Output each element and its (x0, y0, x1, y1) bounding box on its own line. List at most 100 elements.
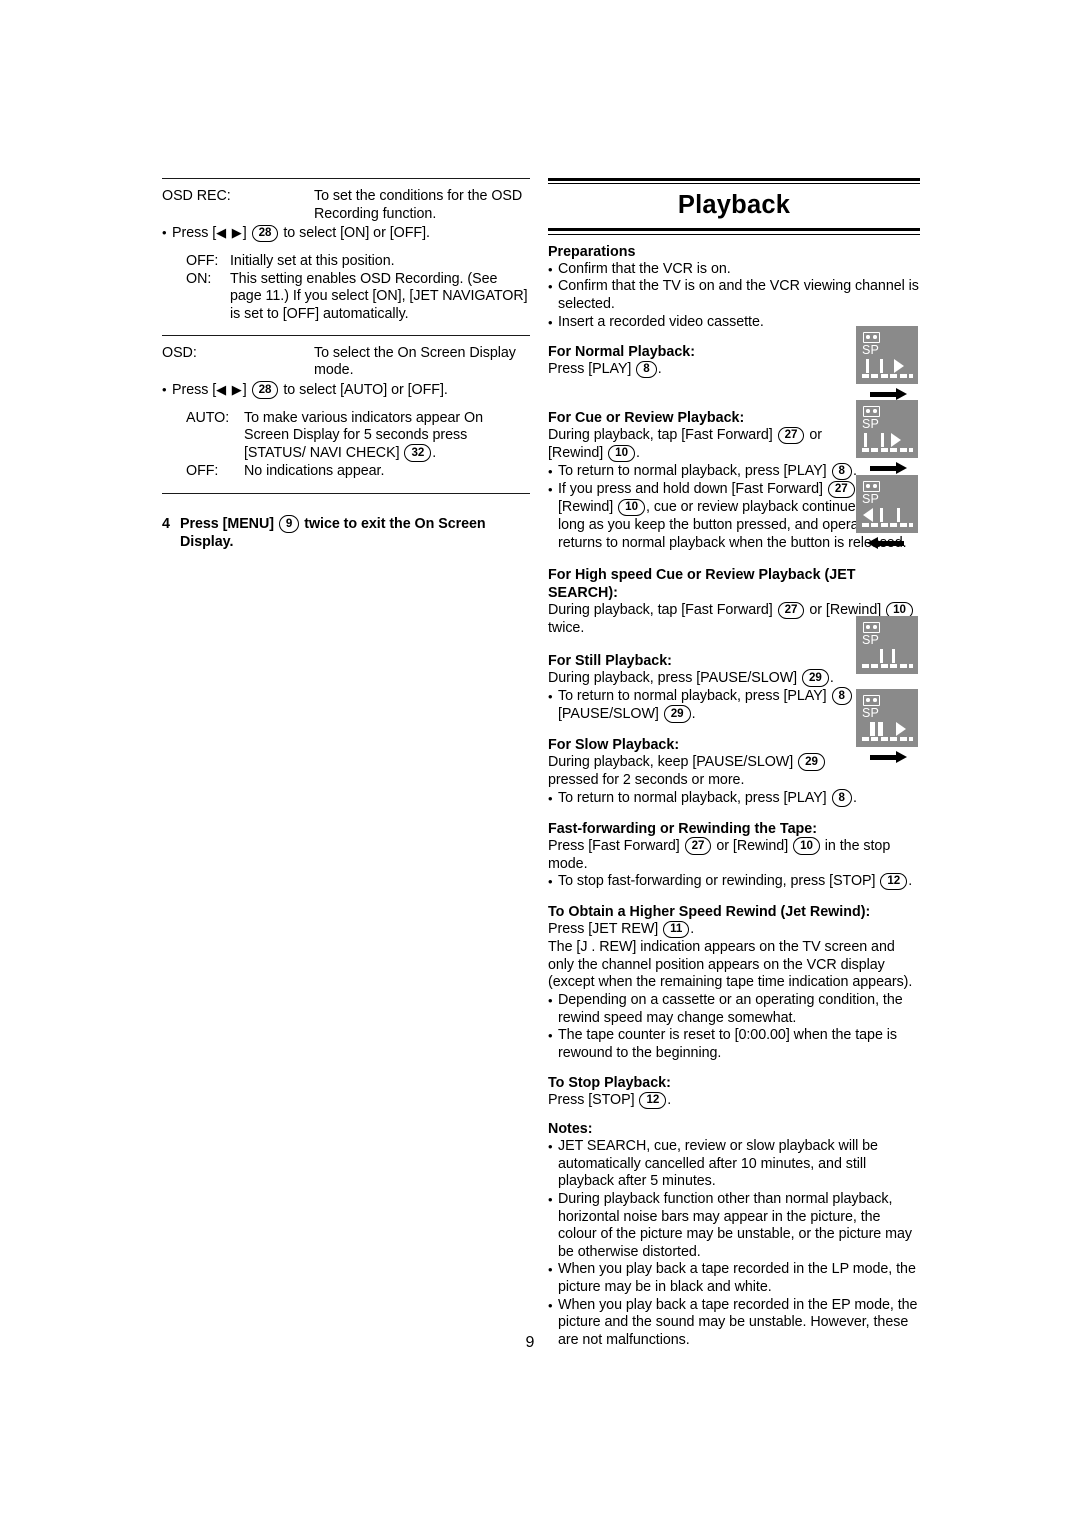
bullet1-a: To return to normal playback, press [PLA… (558, 463, 827, 480)
manual-page: OSD REC: To set the conditions for the O… (0, 0, 1080, 1528)
cassette-icon (863, 332, 880, 343)
fast-forward-rewind-line: Press [Fast Forward] 27 or [Rewind] 10 i… (548, 837, 920, 874)
bar-icon (880, 508, 884, 522)
bullet-glyph: • (548, 1028, 553, 1044)
close-bracket: ] (242, 381, 247, 398)
osd-rec-block: OSD REC: To set the conditions for the O… (162, 188, 530, 324)
bullet-glyph: • (548, 688, 553, 704)
key-badge-27: 27 (827, 480, 855, 499)
bullet-glyph: • (548, 261, 553, 277)
jet-rewind-bullet-text: Depending on a cassette or an operating … (558, 991, 903, 1026)
step-text: Press [MENU] 9 twice to exit the On Scre… (180, 515, 530, 552)
bar-icon (897, 508, 901, 522)
key-badge-29: 29 (798, 753, 825, 771)
osd-rec-press-text: Press [◀ ▶] 28 to select [ON] or [OFF]. (172, 224, 530, 243)
tape-speed-label: SP (862, 343, 880, 357)
key-badge-8: 8 (831, 687, 852, 705)
key-badge-12: 12 (639, 1091, 667, 1110)
osd-option-auto: AUTO: To make various indicators appear … (162, 410, 530, 463)
bullet-glyph: • (162, 381, 167, 397)
bullet-glyph: • (162, 225, 167, 241)
tape-progress-dashes (862, 664, 913, 668)
key-badge-12: 12 (880, 872, 908, 891)
vcr-panel: SP (856, 400, 918, 458)
bullet-glyph: • (548, 279, 553, 295)
page-number: 9 (525, 1334, 535, 1351)
line-a: Press [STOP] (548, 1092, 635, 1109)
press-tail: to select [ON] or [OFF]. (283, 225, 430, 242)
vcr-panel: SP (856, 689, 918, 747)
bullet-glyph: • (548, 1139, 553, 1155)
play-triangle-icon (891, 433, 901, 447)
line-b: . (829, 669, 834, 686)
transport-glyphs (862, 508, 913, 522)
jet-search-heading: For High speed Cue or Review Playback (J… (548, 567, 856, 602)
osd-rec-label: OSD REC: (162, 188, 231, 204)
bullet-a: To return to normal playback, press [PLA… (558, 687, 827, 704)
press-word: Press [ (172, 381, 217, 398)
line2-a: [Rewind] (548, 445, 604, 462)
osd-block: OSD: To select the On Screen Display mod… (162, 345, 530, 481)
osd-row: OSD: To select the On Screen Display mod… (162, 345, 530, 380)
osd-rec-press-bullet: • Press [◀ ▶] 28 to select [ON] or [OFF]… (162, 224, 530, 243)
vcr-display-normal-playback: SP (856, 326, 918, 406)
transport-glyphs (862, 433, 913, 447)
divider-middle-left (162, 334, 530, 336)
option-text: Initially set at this position. (230, 253, 395, 270)
option-text: To make various indicators appear On Scr… (244, 410, 530, 463)
bullet-glyph: • (548, 482, 553, 498)
key-badge-10: 10 (793, 837, 820, 855)
line-after-key: . (657, 361, 662, 378)
line2-b: . (635, 445, 640, 462)
bar-icon (866, 359, 870, 373)
line-a: Press [Fast Forward] (548, 837, 680, 854)
tape-speed-label: SP (862, 417, 880, 431)
key-badge-29: 29 (663, 705, 691, 723)
osd-label: OSD: (162, 344, 197, 361)
bullet-glyph: • (548, 1192, 553, 1208)
osd-option-off: OFF: No indications appear. (162, 463, 530, 481)
key-badge-10: 10 (608, 444, 635, 463)
stop-playback-block: To Stop Playback: Press [STOP] 12. (548, 1074, 920, 1110)
cassette-icon (863, 481, 880, 492)
osd-description-line2: mode. (314, 362, 354, 379)
bar-icon (864, 433, 868, 447)
tape-progress-dashes (862, 374, 913, 378)
preparations-item: • Confirm that the VCR is on. (548, 261, 920, 279)
vcr-panel: SP (856, 326, 918, 384)
stop-playback-line: Press [STOP] 12. (548, 1091, 920, 1110)
title-rule-bottom (548, 228, 920, 235)
preparations-item-text: Confirm that the TV is on and the VCR vi… (558, 278, 919, 312)
bar-icon (892, 649, 896, 663)
cue-review-line1: During playback, tap [Fast Forward] 27 o… (548, 426, 848, 445)
vcr-display-slow: SP (856, 689, 918, 769)
preparations-block: Preparations • Confirm that the VCR is o… (548, 243, 920, 331)
notes-heading: Notes: (548, 1121, 593, 1138)
notes-item: • JET SEARCH, cue, review or slow playba… (548, 1138, 920, 1191)
osd-rec-option-off: OFF: Initially set at this position. (162, 253, 530, 271)
option-text: No indications appear. (244, 462, 385, 479)
cassette-icon (863, 622, 880, 633)
osd-description-line1: To select the On Screen Display (314, 344, 516, 361)
press-tail: to select [AUTO] or [OFF]. (283, 381, 448, 398)
fast-forward-rewind-block: Fast-forwarding or Rewinding the Tape: P… (548, 820, 920, 892)
fast-forward-rewind-heading: Fast-forwarding or Rewinding the Tape: (548, 820, 817, 837)
option-text: This setting enables OSD Recording. (See… (230, 270, 528, 322)
left-right-arrow-icon: ◀ ▶ (216, 225, 243, 241)
line-a: During playback, tap [Fast Forward] (548, 602, 773, 619)
left-column: OSD REC: To set the conditions for the O… (162, 178, 530, 551)
line-b: . (690, 921, 695, 938)
osd-rec-option-on: ON: This setting enables OSD Recording. … (162, 271, 530, 324)
play-triangle-icon (896, 722, 906, 736)
key-badge-29: 29 (802, 669, 829, 687)
bullet-b: . (852, 789, 857, 806)
vcr-panel: SP (856, 475, 918, 533)
tape-speed-label: SP (862, 633, 880, 647)
press-word: Press [ (172, 225, 217, 242)
bullet-b: . (908, 873, 913, 890)
vcr-display-review: SP (856, 475, 918, 555)
stop-playback-heading: To Stop Playback: (548, 1075, 671, 1092)
bullet2-a: If you press and hold down [Fast Forward… (558, 481, 823, 498)
jet-rewind-line: Press [JET REW] 11. (548, 920, 920, 939)
tape-progress-dashes (862, 448, 913, 452)
